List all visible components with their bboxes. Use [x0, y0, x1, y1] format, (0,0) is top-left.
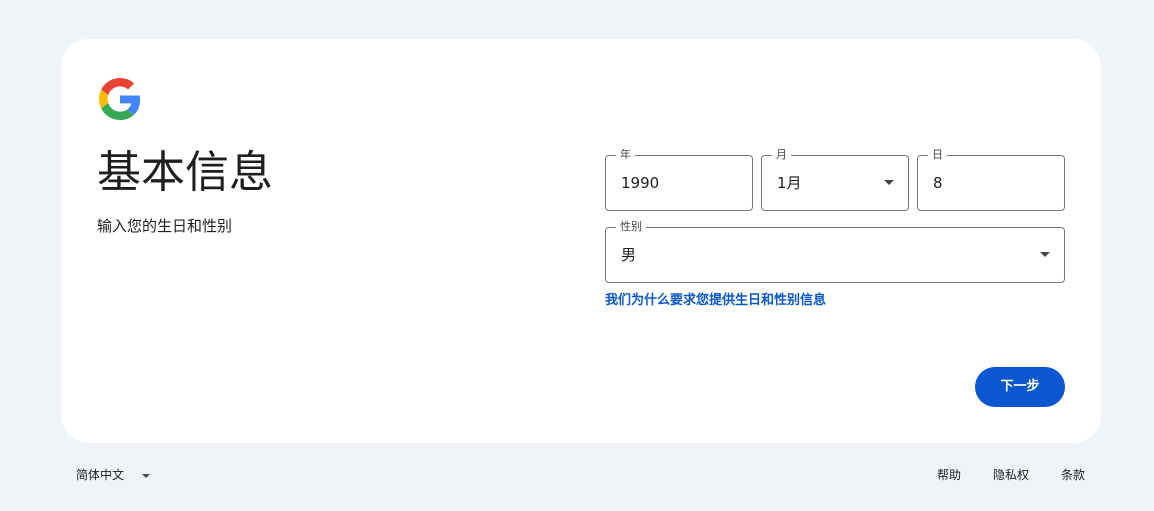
- next-button[interactable]: 下一步: [975, 367, 1065, 407]
- signup-card: 基本信息 输入您的生日和性别 年 1990 月 1月 日 8 性别 男 我们为什…: [61, 39, 1101, 443]
- year-value: 1990: [621, 174, 660, 192]
- why-birthday-gender-link[interactable]: 我们为什么要求您提供生日和性别信息: [605, 292, 826, 310]
- language-label: 简体中文: [76, 468, 125, 482]
- google-g-icon: [99, 78, 141, 120]
- language-select[interactable]: 简体中文: [68, 462, 158, 488]
- gender-select[interactable]: 性别 男: [605, 220, 1065, 283]
- day-value: 8: [933, 174, 943, 192]
- help-link[interactable]: 帮助: [929, 462, 969, 488]
- day-label: 日: [928, 148, 947, 162]
- chevron-down-icon: [884, 180, 894, 185]
- month-value: 1月: [777, 174, 802, 192]
- chevron-down-icon: [1040, 252, 1050, 257]
- year-label: 年: [616, 148, 635, 162]
- gender-label: 性别: [616, 220, 646, 234]
- footer: 简体中文 帮助 隐私权 条款: [0, 460, 1154, 490]
- year-input[interactable]: 年 1990: [605, 148, 753, 211]
- gender-value: 男: [621, 246, 637, 264]
- page-subtitle: 输入您的生日和性别: [97, 217, 233, 235]
- month-select[interactable]: 月 1月: [761, 148, 909, 211]
- privacy-link[interactable]: 隐私权: [985, 462, 1037, 488]
- month-label: 月: [772, 148, 791, 162]
- page-title: 基本信息: [97, 147, 273, 198]
- terms-link[interactable]: 条款: [1053, 462, 1093, 488]
- day-input[interactable]: 日 8: [917, 148, 1065, 211]
- chevron-down-icon: [142, 473, 151, 478]
